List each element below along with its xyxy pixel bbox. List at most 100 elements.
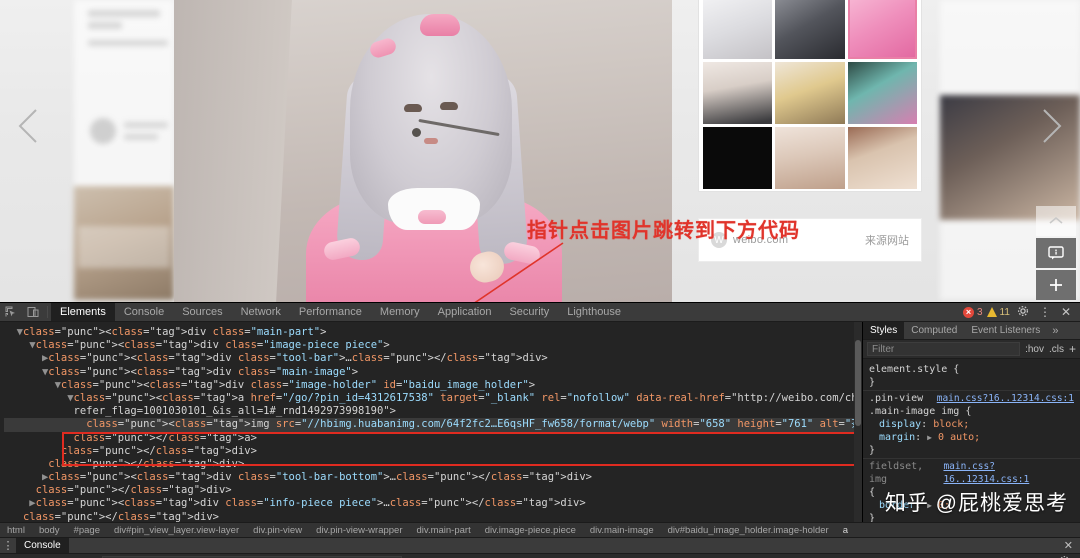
- style-property-value[interactable]: block;: [933, 419, 969, 430]
- feedback-button[interactable]: [1036, 238, 1076, 268]
- breadcrumb-item[interactable]: html: [0, 525, 32, 536]
- tab-network[interactable]: Network: [232, 303, 290, 321]
- warning-badge[interactable]: 11: [986, 306, 1010, 318]
- dom-tree-row[interactable]: class="punc"></class="tag">div>: [4, 458, 862, 471]
- dom-tree-row[interactable]: class="punc"><class="tag">img src="//hbi…: [4, 418, 862, 432]
- style-property-value[interactable]: 0 auto;: [938, 432, 980, 443]
- rule-selector-2[interactable]: .main-image img {: [869, 406, 971, 417]
- breadcrumb-item[interactable]: #page: [67, 525, 107, 536]
- thumbnail-grid: [703, 0, 917, 189]
- dom-tree-row[interactable]: refer_flag=1001030101_&is_all=1#_rnd1492…: [4, 405, 862, 418]
- close-icon[interactable]: ✕: [1058, 305, 1074, 319]
- dom-tree-row[interactable]: class="punc"></class="tag">a>: [4, 432, 862, 445]
- warning-icon: [986, 307, 997, 317]
- dom-tree-row[interactable]: ▼class="punc"><class="tag">div class="ma…: [4, 326, 862, 339]
- tab-lighthouse[interactable]: Lighthouse: [558, 303, 630, 321]
- more-vertical-icon[interactable]: ⋮: [1036, 305, 1054, 319]
- rule-source-link[interactable]: main.css?16..12314.css:1: [943, 460, 1074, 486]
- dom-scrollbar[interactable]: [854, 322, 862, 522]
- dom-tree-row[interactable]: ▼class="punc"><class="tag">div class="im…: [4, 339, 862, 352]
- rule-selector[interactable]: fieldset, img: [869, 460, 943, 486]
- thumbnail-item[interactable]: [703, 62, 773, 124]
- thumbnail-item[interactable]: [775, 0, 845, 59]
- breadcrumb-item[interactable]: div.main-image: [583, 525, 661, 536]
- tab-performance[interactable]: Performance: [290, 303, 371, 321]
- breadcrumb-item[interactable]: a: [836, 525, 855, 536]
- device-toolbar-icon[interactable]: [22, 303, 44, 321]
- breadcrumb-item[interactable]: div.pin-view: [246, 525, 309, 536]
- thumbnail-item[interactable]: [847, 62, 917, 124]
- more-vertical-icon[interactable]: ⋮: [0, 538, 16, 553]
- background-card-left: [74, 0, 174, 300]
- breadcrumb-item[interactable]: div.main-part: [410, 525, 478, 536]
- inspect-element-icon[interactable]: [0, 303, 22, 321]
- dom-tree-row[interactable]: class="punc"></class="tag">div>: [4, 511, 862, 522]
- style-property-name[interactable]: display: [869, 419, 921, 430]
- thumbnail-item[interactable]: [775, 62, 845, 124]
- devtools-tab-bar: Elements Console Sources Network Performance…: [51, 303, 630, 321]
- rule-source-link[interactable]: main.css?16..12314.css:1: [937, 392, 1074, 405]
- floating-action-buttons: [1036, 206, 1076, 302]
- dom-tree-row[interactable]: class="punc"></class="tag">div>: [4, 484, 862, 497]
- gear-icon[interactable]: [1014, 305, 1032, 320]
- error-count: 3: [976, 306, 983, 318]
- style-rule[interactable]: .pin-view main.css?16..12314.css:1 .main…: [863, 391, 1080, 459]
- thumbnail-panel: [698, 0, 922, 192]
- new-style-rule-button[interactable]: +: [1069, 342, 1076, 356]
- scroll-top-button[interactable]: [1036, 206, 1076, 236]
- warning-count: 11: [999, 306, 1010, 318]
- breadcrumb-item[interactable]: div#pin_view_layer.view-layer: [107, 525, 246, 536]
- tab-memory[interactable]: Memory: [371, 303, 429, 321]
- styles-tab-computed[interactable]: Computed: [904, 322, 964, 339]
- style-property-name[interactable]: margin: [869, 432, 915, 443]
- error-badge[interactable]: × 3: [962, 306, 983, 318]
- devtools-toolbar-right: × 3 11 ⋮ ✕: [962, 303, 1080, 321]
- thumbnail-item[interactable]: [703, 0, 773, 59]
- dom-tree-row[interactable]: class="punc"></class="tag">div>: [4, 445, 862, 458]
- breadcrumb-item[interactable]: div.pin-view-wrapper: [309, 525, 409, 536]
- rule-close-brace: }: [869, 445, 876, 456]
- dom-tree-row[interactable]: ▼class="punc"><class="tag">div class="im…: [4, 379, 862, 392]
- tab-console[interactable]: Console: [115, 303, 173, 321]
- source-label: 来源网站: [865, 235, 909, 247]
- thumbnail-item-selected[interactable]: [847, 0, 917, 59]
- chevron-right-icon[interactable]: [1028, 104, 1072, 148]
- rule-selector[interactable]: element.style {: [869, 363, 959, 376]
- rule-selector[interactable]: .pin-view: [869, 392, 923, 405]
- dom-tree-pane[interactable]: ▼class="punc"><class="tag">div class="ma…: [0, 322, 862, 522]
- dom-tree-row[interactable]: ▼class="punc"><class="tag">div class="ma…: [4, 366, 862, 379]
- hov-button[interactable]: :hov: [1025, 344, 1044, 355]
- close-icon[interactable]: ✕: [1057, 538, 1080, 553]
- main-image[interactable]: [174, 0, 672, 302]
- breadcrumb-item[interactable]: div.image-piece.piece: [478, 525, 583, 536]
- thumbnail-item[interactable]: [775, 127, 845, 189]
- console-drawer: ⋮ Console ✕ ▣ ⊘ top ▾ ◉ Filter Default l…: [0, 538, 1080, 558]
- tab-security[interactable]: Security: [500, 303, 558, 321]
- thumbnail-item[interactable]: [703, 127, 773, 189]
- style-rule[interactable]: element.style { }: [863, 362, 1080, 391]
- breadcrumb-item[interactable]: body: [32, 525, 67, 536]
- chevron-left-icon[interactable]: [8, 104, 52, 148]
- thumbnail-item[interactable]: [847, 127, 917, 189]
- styles-tab-event-listeners[interactable]: Event Listeners: [964, 322, 1047, 339]
- dom-tree-row[interactable]: ▶class="punc"><class="tag">div class="to…: [4, 471, 862, 484]
- add-button[interactable]: [1036, 270, 1076, 300]
- cls-button[interactable]: .cls: [1049, 344, 1064, 355]
- tab-console[interactable]: Console: [16, 538, 69, 553]
- expand-arrow-icon[interactable]: ▶: [927, 433, 932, 442]
- styles-filter-input[interactable]: Filter: [867, 342, 1021, 356]
- tab-sources[interactable]: Sources: [173, 303, 231, 321]
- dom-tree[interactable]: ▼class="punc"><class="tag">div class="ma…: [0, 326, 862, 522]
- breadcrumb-item[interactable]: div#baidu_image_holder.image-holder: [661, 525, 836, 536]
- tab-elements[interactable]: Elements: [51, 303, 115, 321]
- dom-tree-row[interactable]: ▼class="punc"><class="tag">a href="/go/?…: [4, 392, 862, 405]
- dom-tree-row[interactable]: ▶class="punc"><class="tag">div class="to…: [4, 352, 862, 365]
- breadcrumb[interactable]: html body #page div#pin_view_layer.view-lay…: [0, 522, 1080, 538]
- annotation-text: 指针点击图片跳转到下方代码: [527, 220, 800, 242]
- styles-tab-styles[interactable]: Styles: [863, 322, 905, 339]
- dom-tree-row[interactable]: ▶class="punc"><class="tag">div class="in…: [4, 497, 862, 510]
- rule-open-brace: {: [869, 487, 876, 498]
- styles-more-tabs-icon[interactable]: »: [1047, 322, 1063, 339]
- tab-application[interactable]: Application: [429, 303, 501, 321]
- dom-scrollbar-thumb[interactable]: [855, 340, 861, 426]
